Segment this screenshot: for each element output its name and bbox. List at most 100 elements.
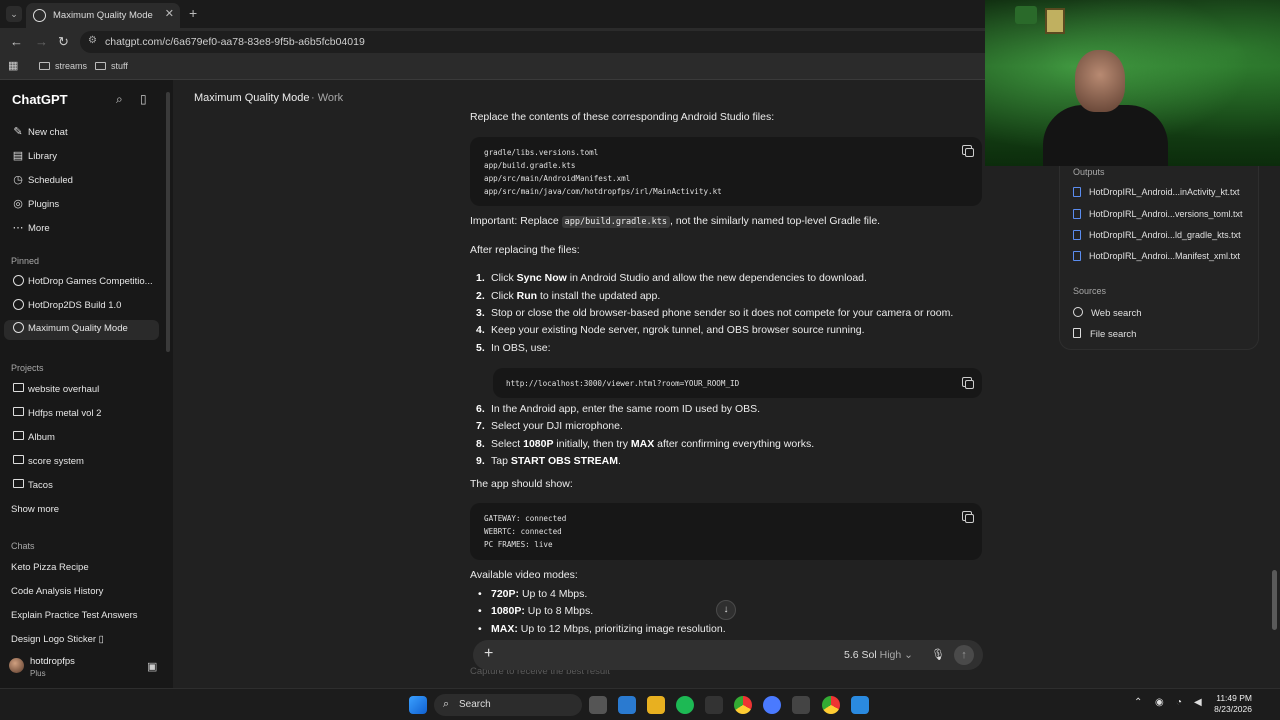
sidebar-item-library[interactable]: ▤ Library xyxy=(0,148,170,168)
url-text: chatgpt.com/c/6a679ef0-aa78-83e8-9f5b-a6… xyxy=(105,36,365,48)
sidebar-item-new-chat[interactable]: ✎ New chat xyxy=(0,124,170,144)
copy-icon[interactable] xyxy=(962,511,974,523)
list-item: 1. Click Sync Now in Android Studio and a… xyxy=(476,272,867,284)
search-icon: ⌕ xyxy=(443,698,450,710)
copy-icon[interactable] xyxy=(962,377,974,389)
taskbar-search[interactable]: ⌕ Search xyxy=(434,694,582,716)
vscode-icon[interactable] xyxy=(851,696,869,714)
globe-icon xyxy=(1073,307,1083,317)
tray-overflow-icon[interactable]: ⌃ xyxy=(1134,697,1142,708)
folder-icon xyxy=(12,455,24,467)
send-button[interactable]: ↑ xyxy=(954,645,974,665)
pinned-header: Pinned xyxy=(11,256,40,266)
sidebar-toggle-icon[interactable]: ▯ xyxy=(140,92,147,106)
task-view-icon[interactable] xyxy=(589,696,607,714)
composer[interactable]: + 5.6 Sol High ⌄ 🎙 ↑ xyxy=(473,640,983,670)
tab-title: Maximum Quality Mode xyxy=(53,10,153,21)
bookmark-streams[interactable]: streams xyxy=(39,61,87,71)
chat-item[interactable]: Design Logo Sticker ▯ xyxy=(11,634,104,645)
chat-item[interactable]: Explain Practice Test Answers xyxy=(11,610,138,621)
project-item[interactable]: Tacos xyxy=(0,477,170,497)
notepad-icon[interactable] xyxy=(618,696,636,714)
list-item: 7. Select your DJI microphone. xyxy=(476,420,623,432)
code-obs-url: http://localhost:3000/viewer.html?room=Y… xyxy=(506,379,740,388)
close-tab-icon[interactable]: ✕ xyxy=(165,7,174,20)
forward-icon[interactable]: → xyxy=(35,34,48,49)
code-files: gradle/libs.versions.toml app/build.grad… xyxy=(484,148,722,196)
search-chats-icon[interactable]: ⌕ xyxy=(116,92,123,107)
source-web-search[interactable]: Web search xyxy=(1073,307,1142,319)
project-tag[interactable]: · Work xyxy=(311,92,343,104)
code-block-status: GATEWAY: connected WEBRTC: connected PC … xyxy=(470,503,982,560)
output-file[interactable]: HotDropIRL_Androi...versions_toml.txt xyxy=(1073,209,1243,219)
folder-icon xyxy=(39,62,50,70)
sidebar-item-scheduled[interactable]: ◷ Scheduled xyxy=(0,172,170,192)
project-item[interactable]: Album xyxy=(0,429,170,449)
project-item[interactable]: score system xyxy=(0,453,170,473)
pinned-item[interactable]: HotDrop Games Competitio... xyxy=(0,273,170,293)
main-scrollbar[interactable] xyxy=(1272,570,1277,630)
pinned-item[interactable]: HotDrop2DS Build 1.0 xyxy=(0,297,170,317)
attach-plus-icon[interactable]: + xyxy=(484,645,493,663)
file-explorer-icon[interactable] xyxy=(647,696,665,714)
apps-grid-icon[interactable]: ▦ xyxy=(8,59,18,72)
model-selector[interactable]: 5.6 Sol High ⌄ xyxy=(844,649,913,661)
project-item[interactable]: Hdfps metal vol 2 xyxy=(0,405,170,425)
folder-icon xyxy=(12,407,24,419)
chat-circle-icon xyxy=(12,275,24,287)
spotify-icon[interactable] xyxy=(676,696,694,714)
url-field[interactable]: ⚙ chatgpt.com/c/6a679ef0-aa78-83e8-9f5b-… xyxy=(80,31,1080,53)
scroll-to-bottom-button[interactable]: ↓ xyxy=(716,600,736,620)
chat-item[interactable]: Code Analysis History xyxy=(11,586,103,597)
copy-icon[interactable] xyxy=(962,145,974,157)
system-clock[interactable]: 11:49 PM 8/23/2026 xyxy=(1206,693,1252,715)
hud-fx-icon[interactable] xyxy=(705,696,723,714)
network-icon[interactable]: ◉ xyxy=(1155,697,1164,708)
chat-item[interactable]: Keto Pizza Recipe xyxy=(11,562,89,573)
after-text: After replacing the files: xyxy=(470,244,580,256)
sidebar-scrollbar[interactable] xyxy=(166,92,170,352)
reload-icon[interactable]: ↻ xyxy=(58,34,69,50)
show-more-link[interactable]: Show more xyxy=(11,504,59,515)
browser-tab[interactable]: Maximum Quality Mode ✕ xyxy=(26,3,180,28)
output-file[interactable]: HotDropIRL_Androi...ld_gradle_kts.txt xyxy=(1073,230,1241,240)
plugins-icon: ◎ xyxy=(13,198,23,210)
wifi-icon[interactable]: ◔ xyxy=(1176,697,1182,708)
list-item: • MAX: Up to 12 Mbps, prioritizing image … xyxy=(478,623,726,635)
new-tab-icon[interactable]: + xyxy=(189,5,197,21)
output-file[interactable]: HotDropIRL_Androi...Manifest_xml.txt xyxy=(1073,251,1240,261)
brand-title[interactable]: ChatGPT xyxy=(12,92,68,107)
chat-circle-icon xyxy=(12,299,24,311)
document-icon xyxy=(1073,209,1081,219)
chrome-icon[interactable] xyxy=(734,696,752,714)
bookmark-stuff[interactable]: stuff xyxy=(95,61,128,71)
sidebar-item-plugins[interactable]: ◎ Plugins xyxy=(0,196,170,216)
library-icon: ▤ xyxy=(12,150,24,162)
android-studio-icon[interactable] xyxy=(763,696,781,714)
chrome-active-icon[interactable] xyxy=(822,696,840,714)
output-file[interactable]: HotDropIRL_Android...inActivity_kt.txt xyxy=(1073,187,1240,197)
microphone-icon[interactable]: 🎙 xyxy=(931,648,945,661)
source-file-search[interactable]: File search xyxy=(1073,328,1136,340)
user-name: hotdropfps xyxy=(30,656,75,667)
pinned-item-active[interactable]: Maximum Quality Mode xyxy=(4,320,159,340)
project-item[interactable]: website overhaul xyxy=(0,381,170,401)
site-info-icon[interactable]: ⚙ xyxy=(88,35,97,46)
terminal-icon[interactable] xyxy=(792,696,810,714)
list-item: 5. In OBS, use: xyxy=(476,342,551,354)
volume-icon[interactable]: ◀ xyxy=(1194,697,1202,708)
tab-search-button[interactable]: ⌄ xyxy=(6,6,22,22)
back-icon[interactable]: ← xyxy=(10,34,23,49)
windows-start-icon[interactable] xyxy=(409,696,427,714)
conversation-title[interactable]: Maximum Quality Mode xyxy=(194,92,310,104)
list-item: 9. Tap START OBS STREAM. xyxy=(476,455,621,467)
list-item: 4. Keep your existing Node server, ngrok … xyxy=(476,324,865,336)
sidebar-item-more[interactable]: ⋯ More xyxy=(0,220,170,240)
scheduled-icon: ◷ xyxy=(13,174,23,186)
important-note: Important: Replace app/build.gradle.kts,… xyxy=(470,215,881,228)
list-item: • 1080P: Up to 8 Mbps. xyxy=(478,605,594,617)
user-profile[interactable]: hotdropfps Plus ▣ xyxy=(0,650,173,688)
list-item: 3. Stop or close the old browser-based ph… xyxy=(476,307,954,319)
document-icon xyxy=(1073,230,1081,240)
upgrade-icon[interactable]: ▣ xyxy=(147,660,157,673)
